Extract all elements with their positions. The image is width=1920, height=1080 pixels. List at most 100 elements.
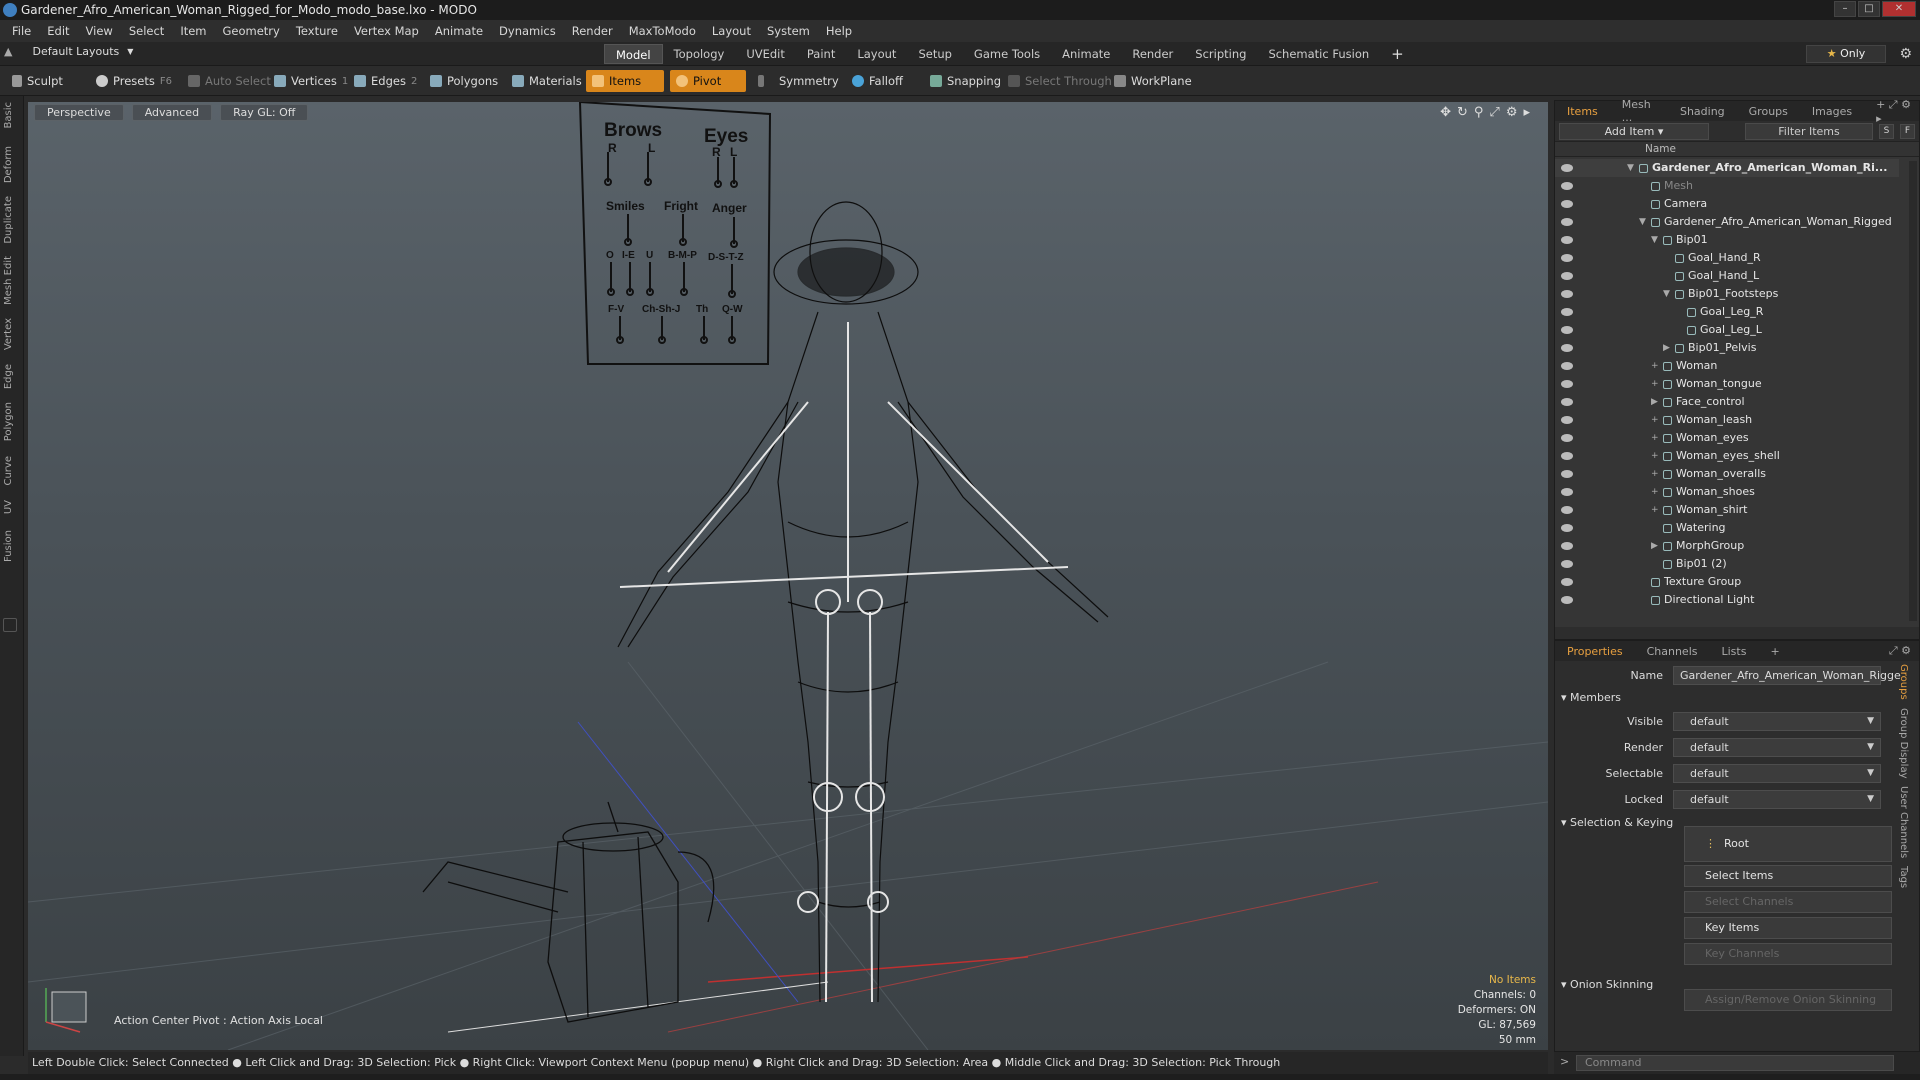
select-channels-button[interactable]: Select Channels: [1684, 891, 1892, 913]
eye-visibility-icon[interactable]: [1561, 290, 1573, 298]
eye-visibility-icon[interactable]: [1561, 452, 1573, 460]
eye-visibility-icon[interactable]: [1561, 398, 1573, 406]
presets-button[interactable]: Presets F6: [90, 70, 178, 92]
selectable-dropdown[interactable]: default ▼: [1673, 764, 1881, 783]
vertices-button[interactable]: Vertices 1: [268, 70, 354, 92]
tab-schematic-fusion[interactable]: Schematic Fusion: [1257, 44, 1380, 64]
tab-duplicate[interactable]: Duplicate: [3, 196, 21, 244]
menu-help[interactable]: Help: [818, 24, 860, 38]
menu-select[interactable]: Select: [121, 24, 172, 38]
symmetry-button[interactable]: Symmetry: [752, 70, 845, 92]
minimize-button[interactable]: –: [1834, 1, 1856, 17]
tab-deform[interactable]: Deform: [3, 146, 21, 183]
rotate-icon[interactable]: ↻: [1457, 105, 1474, 120]
side-tab-groups[interactable]: Groups: [1898, 664, 1909, 700]
panel-options-icon[interactable]: + ⤢ ⚙ ▸: [1864, 98, 1919, 125]
tab-basic[interactable]: Basic: [3, 102, 21, 128]
eye-visibility-icon[interactable]: [1561, 308, 1573, 316]
close-button[interactable]: ✕: [1882, 1, 1916, 17]
pivot-button[interactable]: Pivot: [670, 70, 746, 92]
expand-toggle-icon[interactable]: +: [1651, 447, 1659, 465]
tree-row[interactable]: ▼ Gardener_Afro_American_Woman_Rigged: [1555, 213, 1899, 231]
eye-visibility-icon[interactable]: [1561, 164, 1573, 172]
expand-toggle-icon[interactable]: ▼: [1639, 213, 1646, 231]
tree-row[interactable]: Camera: [1555, 195, 1899, 213]
tree-row[interactable]: Directional Light: [1555, 591, 1899, 609]
expand-toggle-icon[interactable]: ▼: [1651, 231, 1658, 249]
eye-visibility-icon[interactable]: [1561, 506, 1573, 514]
f-toggle-button[interactable]: F: [1900, 123, 1915, 139]
expand-toggle-icon[interactable]: ▶: [1663, 339, 1670, 357]
tree-row[interactable]: + Woman_shirt: [1555, 501, 1899, 519]
tab-curve[interactable]: Curve: [3, 456, 21, 486]
members-section[interactable]: ▾ Members: [1561, 691, 1621, 704]
name-column-header[interactable]: Name: [1645, 143, 1676, 155]
side-tab-group-display[interactable]: Group Display: [1898, 708, 1909, 778]
materials-button[interactable]: Materials: [506, 70, 588, 92]
eye-visibility-icon[interactable]: [1561, 326, 1573, 334]
pan-icon[interactable]: ✥: [1440, 105, 1457, 120]
menu-view[interactable]: View: [78, 24, 121, 38]
eye-visibility-icon[interactable]: [1561, 218, 1573, 226]
menu-edit[interactable]: Edit: [39, 24, 77, 38]
tree-row[interactable]: + Woman_eyes: [1555, 429, 1899, 447]
tab-game-tools[interactable]: Game Tools: [963, 44, 1051, 64]
visible-dropdown[interactable]: default ▼: [1673, 712, 1881, 731]
tab-mesh-edit[interactable]: Mesh Edit: [3, 256, 21, 305]
eye-visibility-icon[interactable]: [1561, 416, 1573, 424]
shading-mode-button[interactable]: Advanced: [131, 104, 213, 121]
eye-visibility-icon[interactable]: [1561, 362, 1573, 370]
eye-visibility-icon[interactable]: [1561, 272, 1573, 280]
tab-animate[interactable]: Animate: [1051, 44, 1121, 64]
expand-arrow-icon[interactable]: ▸: [1523, 105, 1536, 120]
tab-groups[interactable]: Groups: [1737, 105, 1800, 118]
expand-toggle-icon[interactable]: ▼: [1663, 285, 1670, 303]
tab-scripting[interactable]: Scripting: [1184, 44, 1257, 64]
eye-visibility-icon[interactable]: [1561, 200, 1573, 208]
tab-uvedit[interactable]: UVEdit: [735, 44, 796, 64]
tab-images[interactable]: Images: [1800, 105, 1864, 118]
workplane-button[interactable]: WorkPlane: [1108, 70, 1198, 92]
tree-row[interactable]: Goal_Hand_L: [1555, 267, 1899, 285]
expand-toggle-icon[interactable]: +: [1651, 375, 1659, 393]
raygl-button[interactable]: Ray GL: Off: [220, 104, 309, 121]
tab-fusion[interactable]: Fusion: [3, 530, 21, 562]
root-button[interactable]: ⋮ Root: [1684, 826, 1892, 862]
menu-maxtomodo[interactable]: MaxToModo: [621, 24, 704, 38]
eye-visibility-icon[interactable]: [1561, 182, 1573, 190]
eye-visibility-icon[interactable]: [1561, 560, 1573, 568]
eye-visibility-icon[interactable]: [1561, 236, 1573, 244]
expand-toggle-icon[interactable]: ▶: [1651, 537, 1658, 555]
add-item-button[interactable]: Add Item ▾: [1559, 122, 1709, 140]
s-toggle-button[interactable]: S: [1879, 123, 1894, 139]
render-dropdown[interactable]: default ▼: [1673, 738, 1881, 757]
edges-button[interactable]: Edges 2: [348, 70, 423, 92]
falloff-button[interactable]: Falloff: [846, 70, 909, 92]
items-button[interactable]: Items: [586, 70, 664, 92]
tree-row[interactable]: ▶ Face_control: [1555, 393, 1899, 411]
menu-geometry[interactable]: Geometry: [215, 24, 288, 38]
tab-vertex[interactable]: Vertex: [3, 318, 21, 350]
tree-row[interactable]: Watering: [1555, 519, 1899, 537]
tab-mesh[interactable]: Mesh ...: [1610, 98, 1668, 124]
command-input[interactable]: Command: [1576, 1055, 1894, 1071]
expand-toggle-icon[interactable]: +: [1651, 465, 1659, 483]
tab-setup[interactable]: Setup: [907, 44, 962, 64]
3d-viewport[interactable]: Brows Eyes R L R L Smiles Fright Anger O…: [28, 102, 1548, 1050]
tree-row[interactable]: + Woman_shoes: [1555, 483, 1899, 501]
eye-visibility-icon[interactable]: [1561, 542, 1573, 550]
viewport-gear-icon[interactable]: ⚙: [1506, 105, 1524, 120]
selection-keying-section[interactable]: ▾ Selection & Keying: [1561, 816, 1673, 829]
only-button[interactable]: ★ Only: [1806, 45, 1886, 63]
locked-dropdown[interactable]: default ▼: [1673, 790, 1881, 809]
tree-row[interactable]: + Woman_tongue: [1555, 375, 1899, 393]
expand-toggle-icon[interactable]: ▼: [1627, 159, 1634, 177]
key-channels-button[interactable]: Key Channels: [1684, 943, 1892, 965]
select-through-button[interactable]: Select Through: [1002, 70, 1118, 92]
tree-row[interactable]: Goal_Leg_L: [1555, 321, 1899, 339]
tab-render[interactable]: Render: [1121, 44, 1184, 64]
eye-visibility-icon[interactable]: [1561, 380, 1573, 388]
tree-row[interactable]: ▶ Bip01_Pelvis: [1555, 339, 1899, 357]
tab-channels[interactable]: Channels: [1635, 645, 1710, 658]
expand-toggle-icon[interactable]: +: [1651, 483, 1659, 501]
